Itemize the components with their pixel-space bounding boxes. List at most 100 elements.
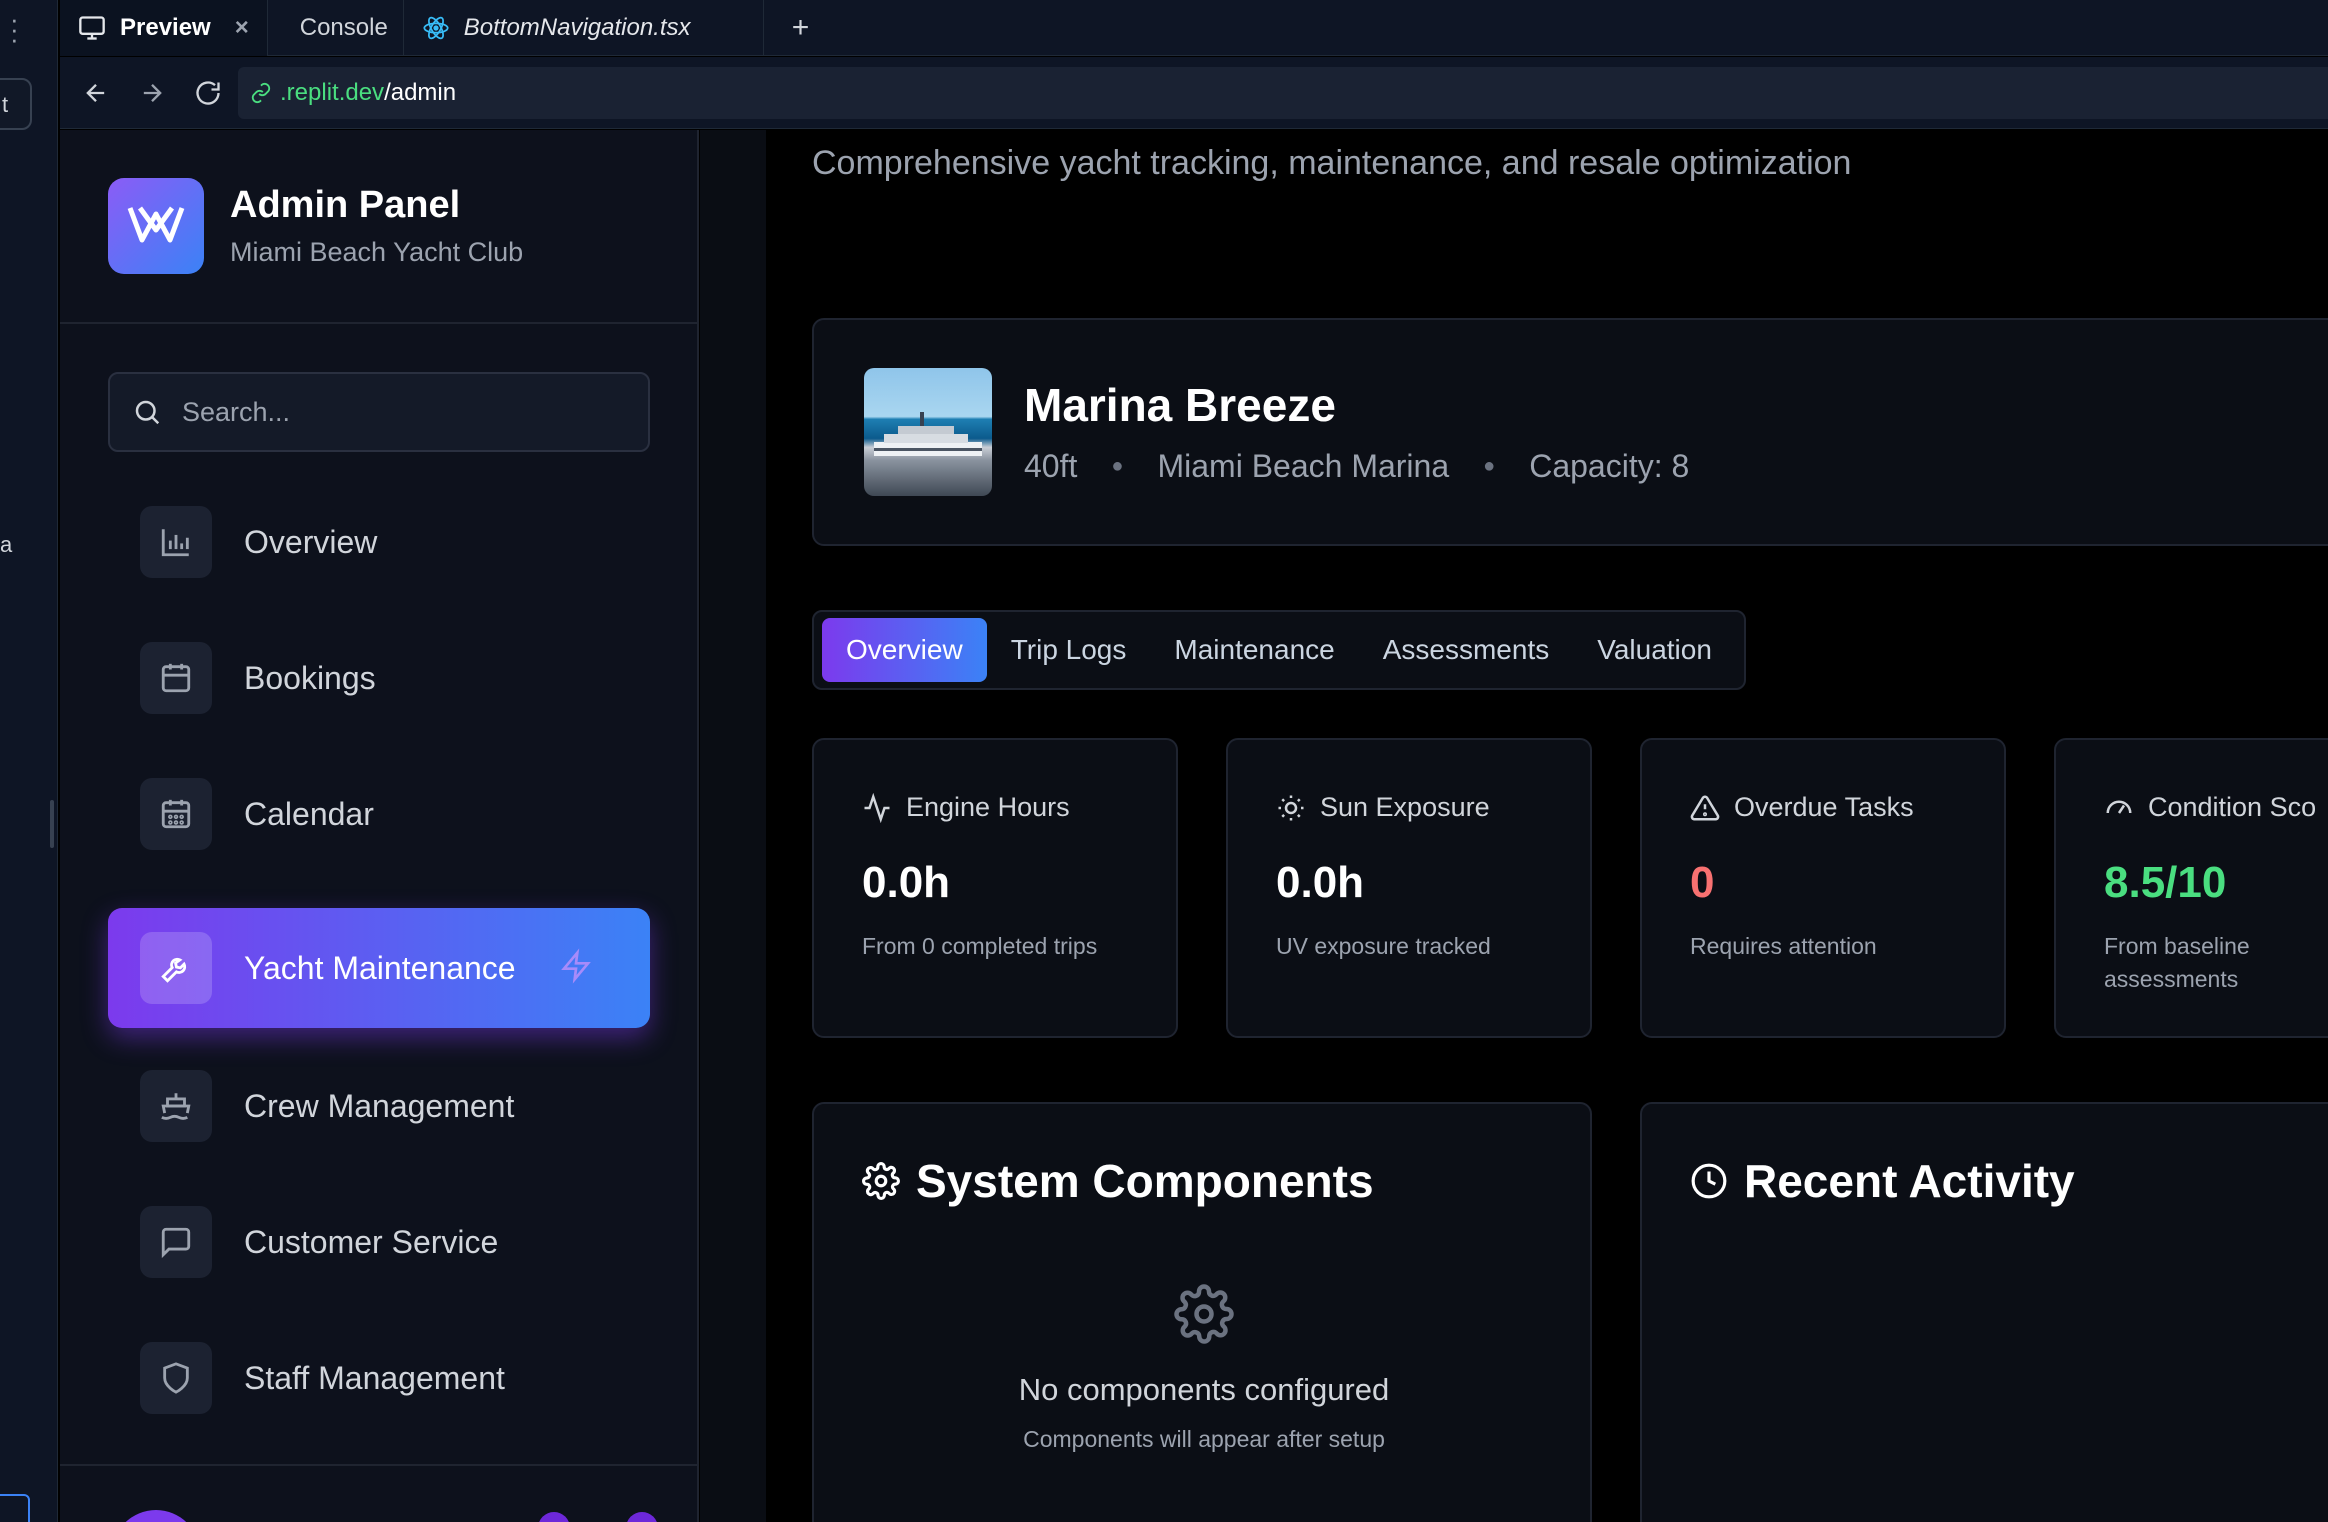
yacht-meta: 40ft ● Miami Beach Marina ● Capacity: 8 — [1024, 448, 1689, 485]
panel-title: System Components — [862, 1154, 1374, 1208]
panel-title-text: Recent Activity — [1744, 1155, 2075, 1207]
divider — [60, 1464, 699, 1466]
sidebar-item-label: Bookings — [244, 659, 376, 696]
reload-button[interactable] — [188, 73, 228, 113]
tab-label: Console — [299, 14, 388, 41]
yacht-tabs: Overview Trip Logs Maintenance Assessmen… — [812, 610, 1746, 690]
ship-icon — [140, 1070, 212, 1142]
sidebar-item-label: Crew Management — [244, 1087, 515, 1124]
gear-icon — [862, 1162, 900, 1200]
stat-label: Engine Hours — [862, 792, 1070, 823]
gauge-icon — [2106, 800, 2132, 814]
link-icon — [251, 82, 271, 103]
tab-preview[interactable]: Preview × — [60, 0, 268, 56]
arrow-right-icon — [143, 83, 162, 102]
brand-title: Admin Panel — [230, 184, 461, 226]
tab-maintenance[interactable]: Maintenance — [1150, 618, 1358, 682]
yacht-capacity: Capacity: 8 — [1529, 448, 1690, 484]
sidebar-item-label: Calendar — [244, 795, 374, 832]
react-icon — [423, 16, 449, 40]
stat-label-text: Overdue Tasks — [1734, 792, 1914, 822]
stat-note: UV exposure tracked — [1276, 933, 1491, 959]
admin-sidebar: Admin Panel Miami Beach Yacht Club Searc… — [60, 130, 699, 1522]
sidebar-item-label: Overview — [244, 523, 378, 560]
footer-action-button[interactable] — [538, 1512, 570, 1522]
url-path: /admin — [384, 78, 457, 106]
sidebar-item-label: Staff Management — [244, 1359, 505, 1396]
message-icon — [140, 1206, 212, 1278]
resize-handle[interactable] — [50, 800, 54, 848]
footer-action-button[interactable] — [626, 1512, 658, 1522]
alert-triangle-icon — [1690, 794, 1720, 820]
system-components-panel: System Components No components configur… — [812, 1102, 1592, 1522]
yacht-image-icon — [874, 412, 982, 456]
search-icon — [135, 400, 160, 425]
sidebar-item-crew-management[interactable]: Crew Management — [108, 1046, 650, 1166]
panel-title-text: System Components — [916, 1155, 1374, 1207]
yacht-summary-card: Marina Breeze 40ft ● Miami Beach Marina … — [812, 318, 2328, 546]
collapsed-panel-text: t — [2, 92, 9, 117]
ide-tab-bar: Preview × Console BottomNavigation.tsx + — [60, 0, 2328, 56]
sidebar-item-bookings[interactable]: Bookings — [108, 618, 650, 738]
wrench-icon — [140, 932, 212, 1004]
logo-mark-icon — [127, 206, 185, 243]
separator-dot: ● — [1483, 455, 1496, 477]
stat-card-engine-hours: Engine Hours 0.0h From 0 completed trips — [812, 738, 1178, 1038]
collapsed-panel-button[interactable] — [0, 1494, 30, 1522]
stat-note: Requires attention — [1690, 933, 1877, 959]
sidebar-item-staff-management[interactable]: Staff Management — [108, 1318, 650, 1438]
stat-card-condition-score: Condition Sco 8.5/10 From baseline asses… — [2054, 738, 2328, 1038]
stat-value: 0.0h — [1276, 858, 1365, 907]
stat-label: Overdue Tasks — [1690, 792, 1914, 823]
panel-title: Recent Activity — [1690, 1154, 2075, 1208]
url-input[interactable]: .replit.dev/admin — [238, 66, 2328, 119]
back-button[interactable] — [76, 73, 116, 113]
monitor-icon — [79, 16, 105, 40]
close-icon[interactable]: × — [235, 14, 249, 42]
tab-console[interactable]: Console — [268, 0, 404, 56]
stat-value: 0 — [1690, 858, 1715, 907]
stat-note: From 0 completed trips — [862, 933, 1098, 959]
stat-value: 0.0h — [862, 858, 951, 907]
stat-card-overdue-tasks: Overdue Tasks 0 Requires attention — [1640, 738, 2006, 1038]
collapsed-panel-text: a — [0, 532, 13, 557]
content-gutter — [700, 130, 766, 1522]
new-tab-button[interactable]: + — [764, 0, 838, 56]
collapsed-panel-tab[interactable]: t — [0, 78, 32, 130]
tab-file[interactable]: BottomNavigation.tsx — [404, 0, 764, 56]
tab-label: BottomNavigation.tsx — [463, 14, 691, 41]
yacht-length: 40ft — [1024, 448, 1078, 484]
stat-label: Condition Sco — [2104, 792, 2316, 823]
calendar-icon — [140, 642, 212, 714]
sidebar-item-overview[interactable]: Overview — [108, 482, 650, 602]
tab-label: Preview — [120, 14, 211, 41]
yacht-location: Miami Beach Marina — [1157, 448, 1450, 484]
sidebar-item-customer-service[interactable]: Customer Service — [108, 1182, 650, 1302]
empty-state-title: No components configured — [1018, 1372, 1390, 1407]
stat-card-sun-exposure: Sun Exposure 0.0h UV exposure tracked — [1226, 738, 1592, 1038]
search-placeholder: Search... — [182, 396, 291, 427]
tab-assessments[interactable]: Assessments — [1359, 618, 1574, 682]
stat-label-text: Engine Hours — [906, 792, 1070, 822]
url-domain: .replit.dev — [280, 78, 385, 106]
clock-icon — [1691, 1163, 1727, 1199]
main-content: Comprehensive yacht tracking, maintenanc… — [766, 130, 2328, 1522]
sidebar-item-calendar[interactable]: Calendar — [108, 754, 650, 874]
search-input[interactable]: Search... — [108, 372, 650, 452]
stat-note: From baseline assessments — [2104, 933, 2250, 992]
stat-label-text: Condition Sco — [2148, 792, 2317, 822]
avatar[interactable] — [112, 1510, 200, 1522]
recent-activity-panel: Recent Activity — [1640, 1102, 2328, 1522]
brand-subtitle: Miami Beach Yacht Club — [230, 237, 524, 267]
tab-trip-logs[interactable]: Trip Logs — [987, 618, 1151, 682]
more-menu-icon[interactable]: · · · — [10, 6, 19, 52]
sidebar-item-yacht-maintenance[interactable]: Yacht Maintenance — [108, 908, 650, 1028]
sidebar-item-label: Yacht Maintenance — [244, 949, 516, 986]
zap-icon — [561, 948, 591, 984]
tab-overview[interactable]: Overview — [822, 618, 987, 682]
forward-button[interactable] — [132, 73, 172, 113]
sun-icon — [1278, 795, 1304, 820]
gear-icon — [1174, 1284, 1234, 1344]
tab-valuation[interactable]: Valuation — [1573, 618, 1736, 682]
brand: Admin Panel Miami Beach Yacht Club — [108, 178, 523, 274]
